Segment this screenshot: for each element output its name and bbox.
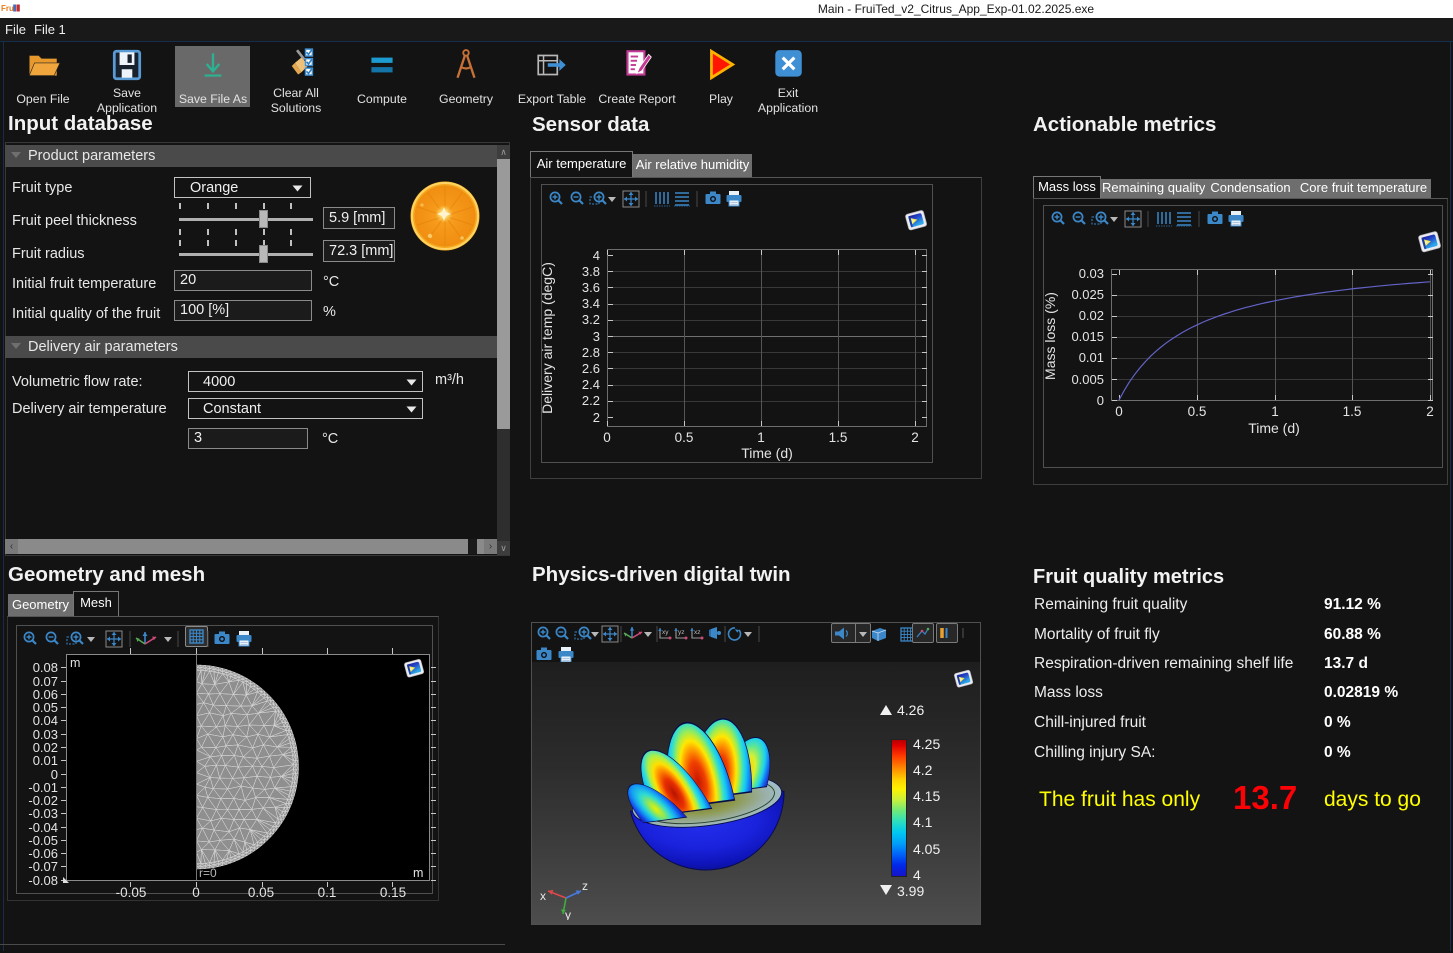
svg-text:yz: yz	[678, 629, 685, 636]
svg-text:x: x	[540, 889, 546, 903]
svg-text:xz: xz	[694, 629, 701, 636]
svg-text:z: z	[582, 879, 588, 893]
svg-text:xy: xy	[662, 629, 669, 636]
svg-text:y: y	[565, 908, 571, 920]
